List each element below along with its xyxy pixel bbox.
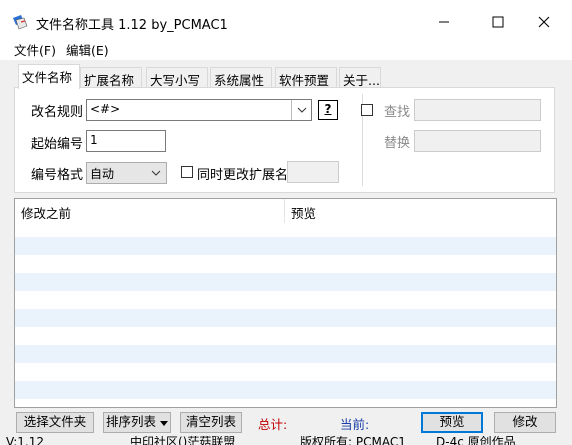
- app-icon: [13, 15, 28, 30]
- preview-button[interactable]: 预览: [421, 412, 483, 433]
- list-row: [15, 345, 556, 363]
- column-preview[interactable]: 预览: [285, 199, 556, 223]
- rename-rule-combo[interactable]: <#>: [86, 99, 312, 121]
- current-label: 当前:: [340, 417, 370, 432]
- window-title: 文件名称工具 1.12 by_PCMAC1: [36, 18, 228, 33]
- minimize-icon: [439, 21, 449, 23]
- number-format-select[interactable]: 自动: [86, 162, 167, 184]
- close-icon: [538, 16, 550, 28]
- help-button[interactable]: ?: [318, 100, 338, 120]
- minimize-button[interactable]: [432, 10, 456, 34]
- tab-case[interactable]: 大写小写: [146, 67, 208, 88]
- list-row: [15, 237, 556, 255]
- file-list[interactable]: 修改之前 预览: [14, 198, 557, 408]
- start-number-label: 起始编号: [31, 137, 84, 152]
- modify-button[interactable]: 修改: [494, 412, 556, 433]
- tab-extension[interactable]: 扩展名称: [80, 67, 142, 88]
- find-label: 查找: [384, 105, 411, 120]
- change-ext-checkbox[interactable]: [181, 166, 193, 178]
- list-row: [15, 273, 556, 291]
- tab-presets[interactable]: 软件预置: [275, 67, 337, 88]
- tab-attributes[interactable]: 系统属性: [210, 67, 272, 88]
- number-format-value: 自动: [90, 167, 115, 181]
- menu-file[interactable]: 文件(F): [14, 40, 56, 59]
- start-number-input[interactable]: 1: [86, 130, 166, 152]
- total-label: 总计:: [258, 417, 288, 432]
- status-copyright: 版权所有: PCMAC1: [300, 436, 406, 445]
- menu-bar: 文件(F) 编辑(E): [0, 38, 572, 60]
- replace-label: 替换: [384, 136, 411, 151]
- close-button[interactable]: [532, 10, 556, 34]
- tab-filename[interactable]: 文件名称: [18, 64, 80, 89]
- replace-input[interactable]: [414, 130, 541, 152]
- sort-list-button[interactable]: 排序列表: [103, 412, 171, 433]
- select-folder-button[interactable]: 选择文件夹: [16, 412, 94, 433]
- status-community: 中印社区()茫菇联盟: [130, 436, 236, 445]
- menu-edit[interactable]: 编辑(E): [66, 40, 109, 59]
- chevron-down-icon[interactable]: [291, 100, 311, 120]
- options-panel: 改名规则 <#> ? 起始编号 1 编号格式 自动 同时更改扩展名 查找 替换: [14, 87, 555, 193]
- list-row: [15, 309, 556, 327]
- chevron-down-icon: [146, 163, 166, 183]
- maximize-button[interactable]: [486, 10, 510, 34]
- column-before[interactable]: 修改之前: [15, 199, 285, 223]
- ext-input[interactable]: [287, 161, 339, 183]
- find-input[interactable]: [414, 99, 541, 121]
- find-checkbox[interactable]: [361, 104, 373, 116]
- clear-list-button[interactable]: 清空列表: [180, 412, 242, 433]
- title-bar: 文件名称工具 1.12 by_PCMAC1: [0, 0, 572, 38]
- status-bar: V:1.12 中印社区()茫菇联盟 版权所有: PCMAC1 D-4c 原创作品: [0, 436, 572, 445]
- list-row: [15, 381, 556, 399]
- rename-rule-value: <#>: [90, 102, 121, 116]
- status-author: D-4c 原创作品: [436, 436, 516, 445]
- change-ext-label: 同时更改扩展名: [197, 168, 287, 183]
- sort-list-label: 排序列表: [106, 414, 157, 429]
- maximize-icon: [492, 16, 504, 28]
- rename-rule-label: 改名规则: [31, 105, 84, 120]
- caret-down-icon: [160, 421, 168, 426]
- number-format-label: 编号格式: [31, 168, 84, 183]
- status-version: V:1.12: [6, 436, 44, 445]
- tab-about[interactable]: 关于...: [339, 67, 381, 88]
